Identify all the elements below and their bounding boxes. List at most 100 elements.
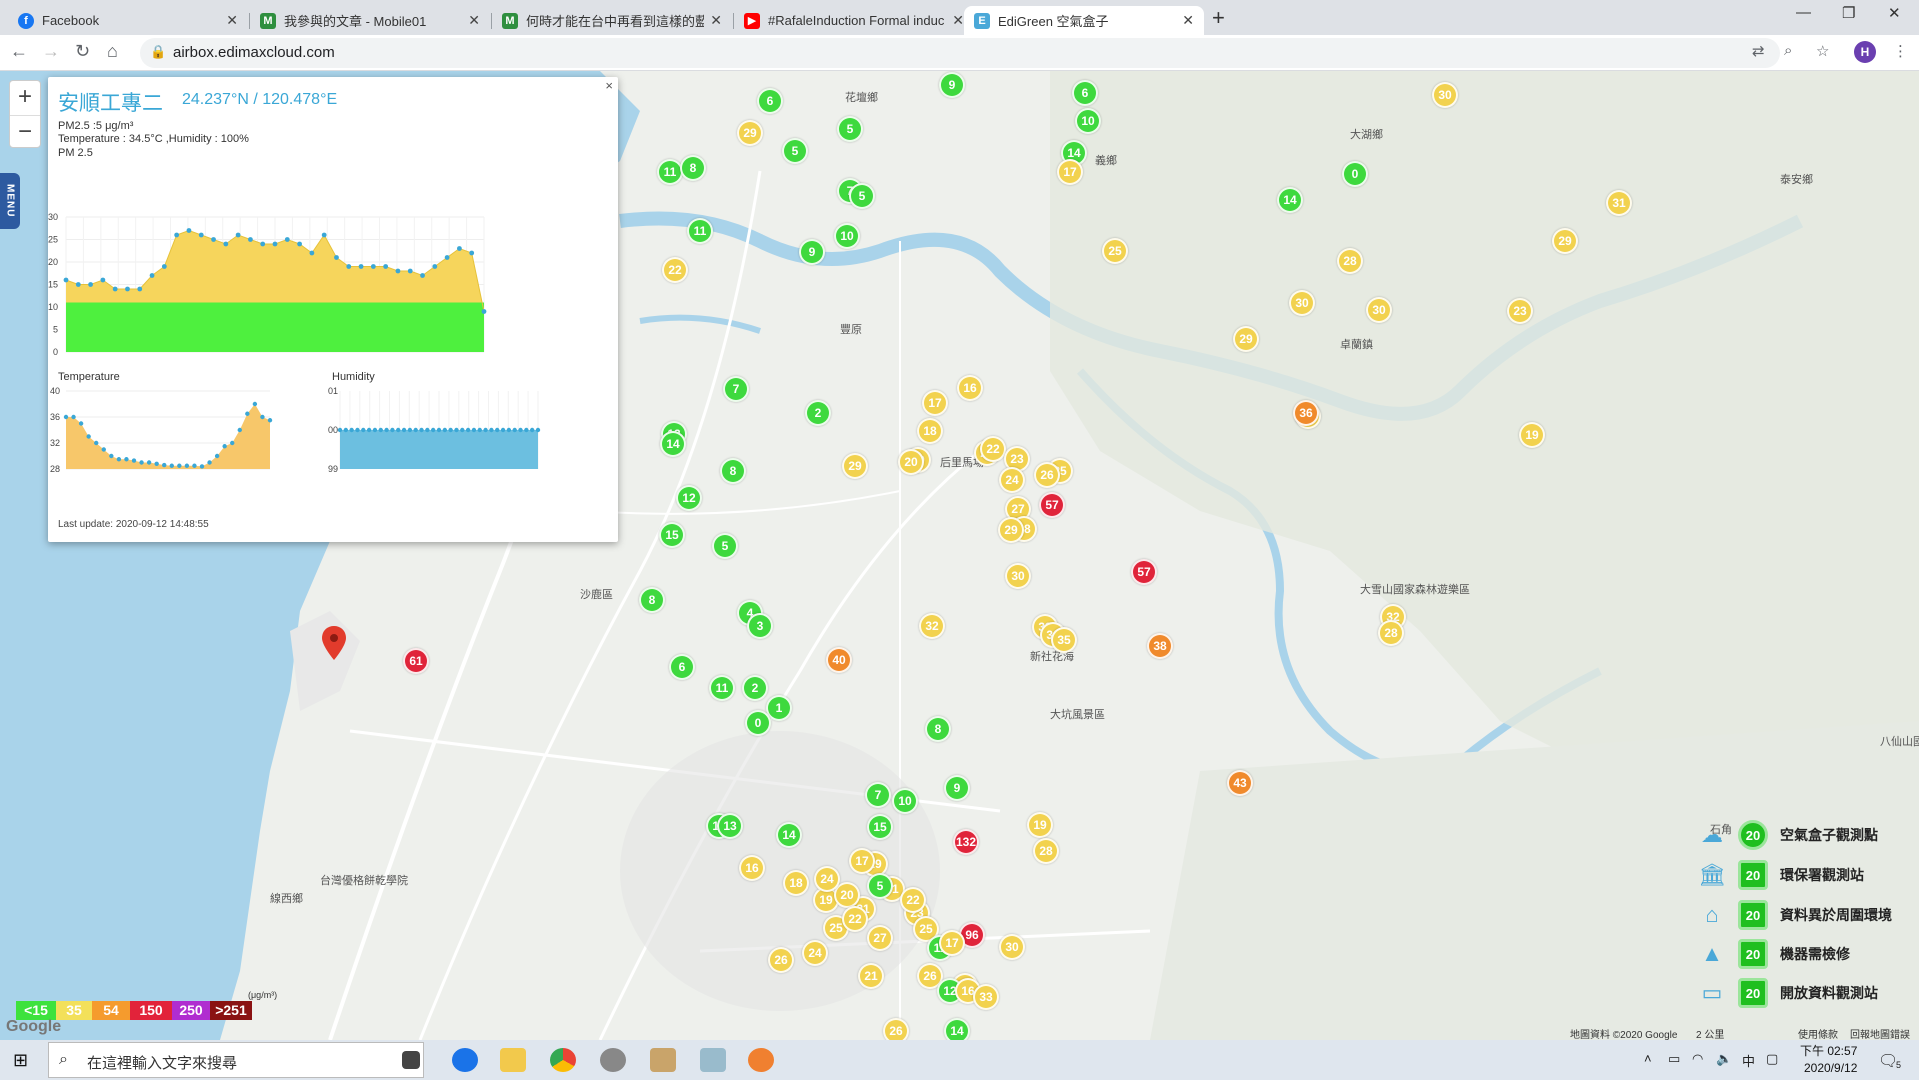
station-marker[interactable]: 61 xyxy=(403,648,429,674)
translate-icon[interactable]: ⇄ xyxy=(1752,42,1765,60)
menu-dots-icon[interactable]: ⋮ xyxy=(1893,42,1908,60)
taskbar-search-placeholder[interactable]: 在這裡輸入文字來搜尋 xyxy=(87,1052,237,1073)
reload-button[interactable]: ↻ xyxy=(75,41,90,62)
windows-start-icon[interactable]: ⊞ xyxy=(13,1050,28,1071)
station-marker[interactable]: 30 xyxy=(1289,290,1315,316)
station-marker[interactable]: 18 xyxy=(783,870,809,896)
close-tab-icon[interactable]: ✕ xyxy=(952,12,964,29)
station-marker[interactable]: 5 xyxy=(849,183,875,209)
station-marker[interactable]: 29 xyxy=(1233,326,1259,352)
file-explorer-icon[interactable] xyxy=(500,1048,526,1072)
station-marker[interactable]: 38 xyxy=(1147,633,1173,659)
station-marker[interactable]: 16 xyxy=(739,855,765,881)
station-marker[interactable]: 27 xyxy=(867,925,893,951)
station-marker[interactable]: 9 xyxy=(939,72,965,98)
station-marker[interactable]: 0 xyxy=(745,710,771,736)
bookmark-star-icon[interactable]: ☆ xyxy=(1816,42,1829,60)
new-tab-button[interactable]: + xyxy=(1212,5,1225,31)
station-marker[interactable]: 14 xyxy=(660,431,686,457)
station-marker[interactable]: 57 xyxy=(1131,559,1157,585)
station-marker[interactable]: 5 xyxy=(837,116,863,142)
station-marker[interactable]: 8 xyxy=(680,155,706,181)
terms-link[interactable]: 使用條款 xyxy=(1798,1026,1838,1041)
station-marker[interactable]: 17 xyxy=(939,930,965,956)
station-marker[interactable]: 22 xyxy=(900,887,926,913)
station-marker[interactable]: 8 xyxy=(639,587,665,613)
station-marker[interactable]: 0 xyxy=(1342,161,1368,187)
station-marker[interactable]: 8 xyxy=(720,458,746,484)
station-marker[interactable]: 26 xyxy=(768,947,794,973)
station-marker[interactable]: 29 xyxy=(737,120,763,146)
ime-mode-icon[interactable]: ▢ xyxy=(1766,1051,1778,1067)
station-marker[interactable]: 25 xyxy=(1102,238,1128,264)
station-marker[interactable]: 2 xyxy=(742,675,768,701)
minimize-button[interactable]: — xyxy=(1796,4,1811,21)
close-tab-icon[interactable]: ✕ xyxy=(468,12,480,29)
zoom-out-button[interactable]: − xyxy=(10,115,40,149)
task-view-icon[interactable] xyxy=(402,1051,420,1069)
app-icon-3[interactable] xyxy=(700,1048,726,1072)
station-marker[interactable]: 14 xyxy=(776,822,802,848)
station-marker[interactable]: 33 xyxy=(973,984,999,1010)
tab-edigreen[interactable]: E EdiGreen 空氣盒子 ✕ xyxy=(964,6,1204,35)
station-marker[interactable]: 35 xyxy=(1051,627,1077,653)
profile-avatar[interactable]: H xyxy=(1854,41,1876,63)
station-marker[interactable]: 22 xyxy=(842,906,868,932)
station-marker[interactable]: 31 xyxy=(1606,190,1632,216)
report-error-link[interactable]: 回報地圖錯誤 xyxy=(1850,1026,1910,1041)
address-url[interactable]: airbox.edimaxcloud.com xyxy=(173,44,335,61)
battery-icon[interactable]: ▭ xyxy=(1668,1051,1680,1067)
restore-button[interactable]: ❐ xyxy=(1842,4,1855,22)
station-marker[interactable]: 12 xyxy=(676,485,702,511)
station-marker[interactable]: 19 xyxy=(1027,812,1053,838)
back-button[interactable]: ← xyxy=(10,41,28,62)
station-marker[interactable]: 14 xyxy=(1277,187,1303,213)
station-marker[interactable]: 6 xyxy=(757,88,783,114)
station-marker[interactable]: 14 xyxy=(944,1018,970,1040)
station-marker[interactable]: 3 xyxy=(747,613,773,639)
station-marker[interactable]: 11 xyxy=(709,675,735,701)
station-marker[interactable]: 15 xyxy=(659,522,685,548)
station-marker[interactable]: 24 xyxy=(814,866,840,892)
station-marker[interactable]: 10 xyxy=(892,788,918,814)
home-button[interactable]: ⌂ xyxy=(107,41,118,62)
station-marker[interactable]: 57 xyxy=(1039,492,1065,518)
station-marker[interactable]: 13 xyxy=(717,813,743,839)
popup-close-button[interactable]: × xyxy=(605,78,613,93)
station-marker[interactable]: 24 xyxy=(999,467,1025,493)
station-marker[interactable]: 23 xyxy=(1507,298,1533,324)
station-marker[interactable]: 30 xyxy=(1005,563,1031,589)
tab-facebook[interactable]: f Facebook ✕ xyxy=(8,6,248,35)
station-marker[interactable]: 26 xyxy=(1034,462,1060,488)
station-marker[interactable]: 2 xyxy=(805,400,831,426)
station-marker[interactable]: 11 xyxy=(687,218,713,244)
selected-location-pin-icon[interactable] xyxy=(322,626,346,660)
station-marker[interactable]: 29 xyxy=(842,453,868,479)
station-marker[interactable]: 28 xyxy=(1033,838,1059,864)
app-icon-2[interactable] xyxy=(650,1048,676,1072)
tab-youtube[interactable]: ▶ #RafaleInduction Formal induc ✕ xyxy=(734,6,974,35)
close-window-button[interactable]: ✕ xyxy=(1888,4,1901,22)
station-marker[interactable]: 8 xyxy=(925,716,951,742)
station-marker[interactable]: 15 xyxy=(867,814,893,840)
station-marker[interactable]: 132 xyxy=(953,829,979,855)
station-marker[interactable]: 32 xyxy=(919,613,945,639)
chrome-icon[interactable] xyxy=(550,1048,576,1072)
address-bar[interactable]: 🔒 airbox.edimaxcloud.com xyxy=(140,38,1780,68)
zoom-in-button[interactable]: + xyxy=(10,81,40,115)
tray-chevron-icon[interactable]: ˄ xyxy=(1644,1051,1652,1066)
station-marker[interactable]: 10 xyxy=(834,223,860,249)
station-marker[interactable]: 40 xyxy=(826,647,852,673)
station-marker[interactable]: 16 xyxy=(957,375,983,401)
ime-indicator[interactable]: 中 xyxy=(1742,1051,1755,1070)
station-marker[interactable]: 6 xyxy=(1072,80,1098,106)
station-marker[interactable]: 19 xyxy=(1519,422,1545,448)
tab-mobile01-articles[interactable]: M 我參與的文章 - Mobile01 ✕ xyxy=(250,6,490,35)
station-marker[interactable]: 5 xyxy=(712,533,738,559)
station-marker[interactable]: 5 xyxy=(867,873,893,899)
forward-button[interactable]: → xyxy=(42,41,60,62)
station-marker[interactable]: 30 xyxy=(1432,82,1458,108)
close-tab-icon[interactable]: ✕ xyxy=(710,12,722,29)
station-marker[interactable]: 7 xyxy=(865,782,891,808)
system-clock[interactable]: 下午 02:57 2020/9/12 xyxy=(1800,1043,1857,1077)
